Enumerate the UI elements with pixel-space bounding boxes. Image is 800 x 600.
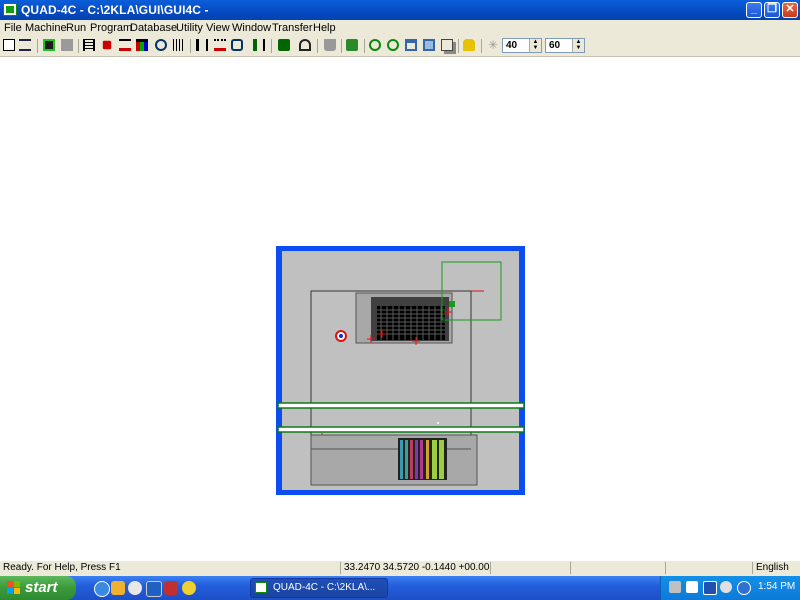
- zoom-in-icon[interactable]: [369, 39, 381, 51]
- explorer-icon[interactable]: [111, 581, 125, 595]
- clock[interactable]: 1:54 PM: [758, 581, 795, 592]
- toolbar-separator: [37, 39, 38, 53]
- media-icon[interactable]: [128, 581, 142, 595]
- probe-icon[interactable]: [119, 39, 131, 51]
- window-title: QUAD-4C - C:\2KLA\GUI\GUI4C -: [21, 3, 209, 17]
- help-icon[interactable]: [703, 581, 717, 595]
- taskbar-item-label: QUAD-4C - C:\2KLA\...: [273, 582, 376, 593]
- toolbar-separator: [271, 39, 272, 53]
- status-language: English: [752, 562, 800, 574]
- green-map-icon[interactable]: [43, 39, 55, 51]
- toolbar-separator: [78, 39, 79, 53]
- ruler-icon[interactable]: [214, 39, 226, 51]
- origin-dot: [437, 422, 439, 424]
- zoom-out-icon[interactable]: [387, 39, 399, 51]
- people-icon[interactable]: [299, 39, 311, 51]
- app-launch-icon[interactable]: [164, 581, 178, 595]
- toolbar-separator: [364, 39, 365, 53]
- rail-upper: [277, 402, 525, 409]
- spin-40-value: 40: [506, 40, 518, 51]
- desktop-icon[interactable]: [146, 581, 162, 597]
- toolbar-separator: [341, 39, 342, 53]
- tray-app-icon[interactable]: [737, 581, 751, 595]
- status-message: Ready. For Help, Press F1: [3, 562, 121, 573]
- new-icon[interactable]: [3, 39, 15, 51]
- toolbar: ✳ 40 ▲ ▼ 60 ▲ ▼: [0, 36, 800, 57]
- ie-icon[interactable]: [94, 581, 110, 597]
- status-pane-empty: [570, 562, 665, 574]
- toolbar-separator: [458, 39, 459, 53]
- monitor-icon[interactable]: [686, 581, 698, 593]
- network-icon[interactable]: [669, 581, 681, 593]
- menu-bar: File Machine Run Program Database Utilit…: [0, 20, 800, 36]
- messenger-icon[interactable]: [182, 581, 196, 595]
- light-icon[interactable]: ✳: [487, 39, 499, 51]
- window-icon[interactable]: [405, 39, 417, 51]
- chip-grid-lines: [377, 306, 445, 340]
- close-button[interactable]: ✕: [782, 2, 798, 18]
- spin-60-input[interactable]: 60 ▲ ▼: [545, 38, 585, 53]
- menu-run[interactable]: Run: [66, 22, 86, 34]
- menu-file[interactable]: File: [4, 22, 22, 34]
- start-button[interactable]: start: [0, 576, 76, 600]
- chart-icon[interactable]: [136, 39, 148, 51]
- chip-icon[interactable]: [102, 40, 112, 50]
- system-tray: 1:54 PM: [660, 576, 800, 600]
- toolbar-separator: [317, 39, 318, 53]
- stage-move-icon[interactable]: [346, 39, 358, 51]
- start-label: start: [25, 579, 58, 596]
- maximize-button[interactable]: ❐: [764, 2, 780, 18]
- app-icon: [3, 3, 17, 16]
- menu-view[interactable]: View: [206, 22, 230, 34]
- status-bar: Ready. For Help, Press F1 33.2470 34.572…: [0, 560, 800, 576]
- gift-icon[interactable]: [278, 39, 290, 51]
- lower-tray: [310, 434, 478, 486]
- title-bar: QUAD-4C - C:\2KLA\GUI\GUI4C - _ ❐ ✕: [0, 0, 800, 20]
- stage-drawing[interactable]: [0, 57, 800, 560]
- toolbar-separator: [481, 39, 482, 53]
- spin-arrows-icon[interactable]: ▲ ▼: [572, 39, 584, 52]
- menu-help[interactable]: Help: [313, 22, 336, 34]
- menu-program[interactable]: Program: [90, 22, 132, 34]
- lock-icon[interactable]: [463, 39, 475, 51]
- connect-icon[interactable]: [19, 39, 31, 51]
- wizard-icon[interactable]: [231, 39, 243, 51]
- target-center: [339, 334, 343, 338]
- menu-machine[interactable]: Machine: [25, 22, 67, 34]
- status-pane-empty: [665, 562, 725, 574]
- barcode-icon[interactable]: [173, 39, 185, 51]
- zoom-search-icon[interactable]: [155, 39, 167, 51]
- gray-block-icon[interactable]: [61, 39, 73, 51]
- rail-lower: [277, 426, 525, 433]
- view-window-handle[interactable]: [449, 301, 455, 307]
- spin-60-value: 60: [549, 40, 561, 51]
- menu-window[interactable]: Window: [232, 22, 271, 34]
- status-coordinates: 33.2470 34.5720 -0.1440 +00.00: [340, 562, 490, 574]
- help-query-icon[interactable]: [196, 39, 208, 51]
- menu-transfer[interactable]: Transfer: [272, 22, 313, 34]
- spin-arrows-icon[interactable]: ▲ ▼: [529, 39, 541, 52]
- stage-view-canvas[interactable]: [0, 57, 800, 560]
- toolbar-separator: [190, 39, 191, 53]
- volume-icon[interactable]: [720, 581, 732, 593]
- quad4c-task-icon: [255, 582, 267, 593]
- minimize-button[interactable]: _: [746, 2, 762, 18]
- flask-icon[interactable]: [324, 39, 336, 51]
- window-fit-icon[interactable]: [423, 39, 435, 51]
- status-pane-empty: [490, 562, 570, 574]
- align-icon[interactable]: [253, 39, 265, 51]
- comb-icon[interactable]: [83, 39, 95, 51]
- taskbar-item-quad4c[interactable]: QUAD-4C - C:\2KLA\...: [250, 578, 388, 598]
- menu-database[interactable]: Database: [130, 22, 177, 34]
- windows-flag-icon: [7, 581, 20, 594]
- menu-utility[interactable]: Utility: [176, 22, 203, 34]
- spin-40-input[interactable]: 40 ▲ ▼: [502, 38, 542, 53]
- layers-icon[interactable]: [441, 39, 453, 51]
- taskbar: start QUAD-4C - C:\2KLA\... 1:54 PM: [0, 576, 800, 600]
